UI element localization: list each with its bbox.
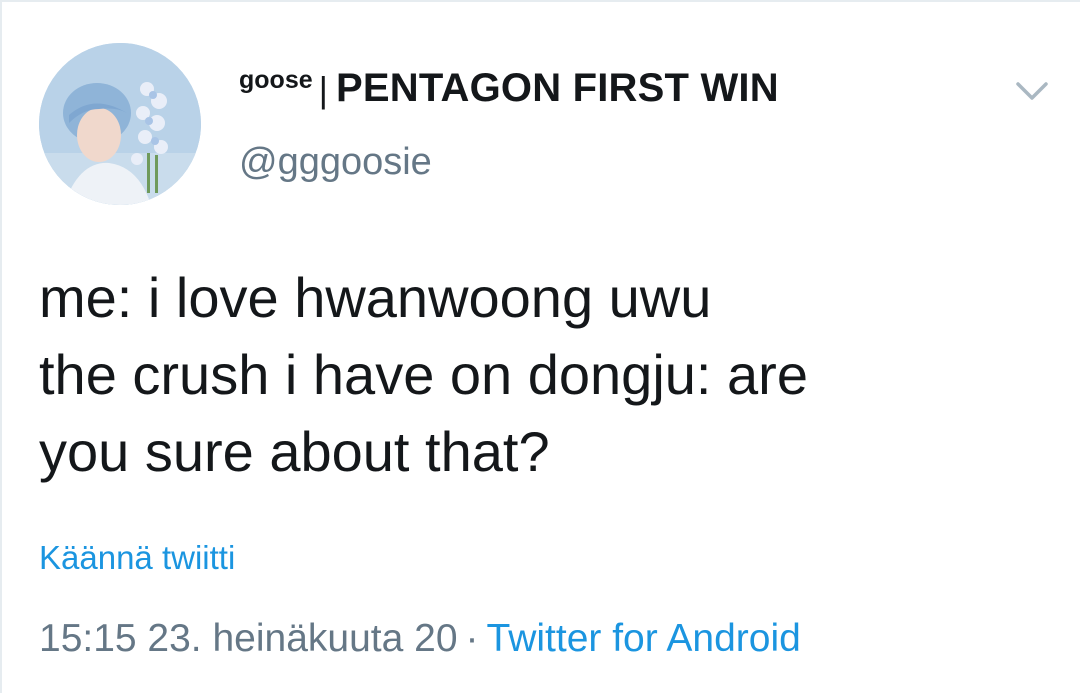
meta-separator: ·: [465, 617, 479, 660]
avatar[interactable]: [39, 43, 201, 205]
user-handle[interactable]: @gggoosie: [239, 143, 432, 181]
tweet-text-line: you sure about that?: [39, 420, 550, 483]
chevron-down-icon[interactable]: [1012, 76, 1052, 106]
display-name-main: PENTAGON FIRST WIN: [335, 66, 779, 110]
timestamp[interactable]: 15:15 23. heinäkuuta 20: [39, 617, 458, 660]
tweet-meta: 15:15 23. heinäkuuta 20 · Twitter for Andr…: [39, 619, 801, 658]
display-name-separator: |: [318, 69, 328, 110]
tweet-card: goose | PENTAGON FIRST WIN @gggoosie me: i…: [0, 0, 1080, 693]
display-name-prefix: goose: [239, 66, 313, 94]
tweet-text-line: me: i love hwanwoong uwu: [39, 266, 712, 329]
tweet-text-line: the crush i have on dongju: are: [39, 343, 808, 406]
tweet-text: me: i love hwanwoong uwu the crush i hav…: [39, 259, 1049, 490]
source-link[interactable]: Twitter for Android: [487, 617, 801, 660]
translate-tweet-link[interactable]: Käännä twiitti: [39, 541, 235, 574]
display-name[interactable]: goose | PENTAGON FIRST WIN: [239, 64, 779, 109]
avatar-image: [39, 43, 201, 205]
